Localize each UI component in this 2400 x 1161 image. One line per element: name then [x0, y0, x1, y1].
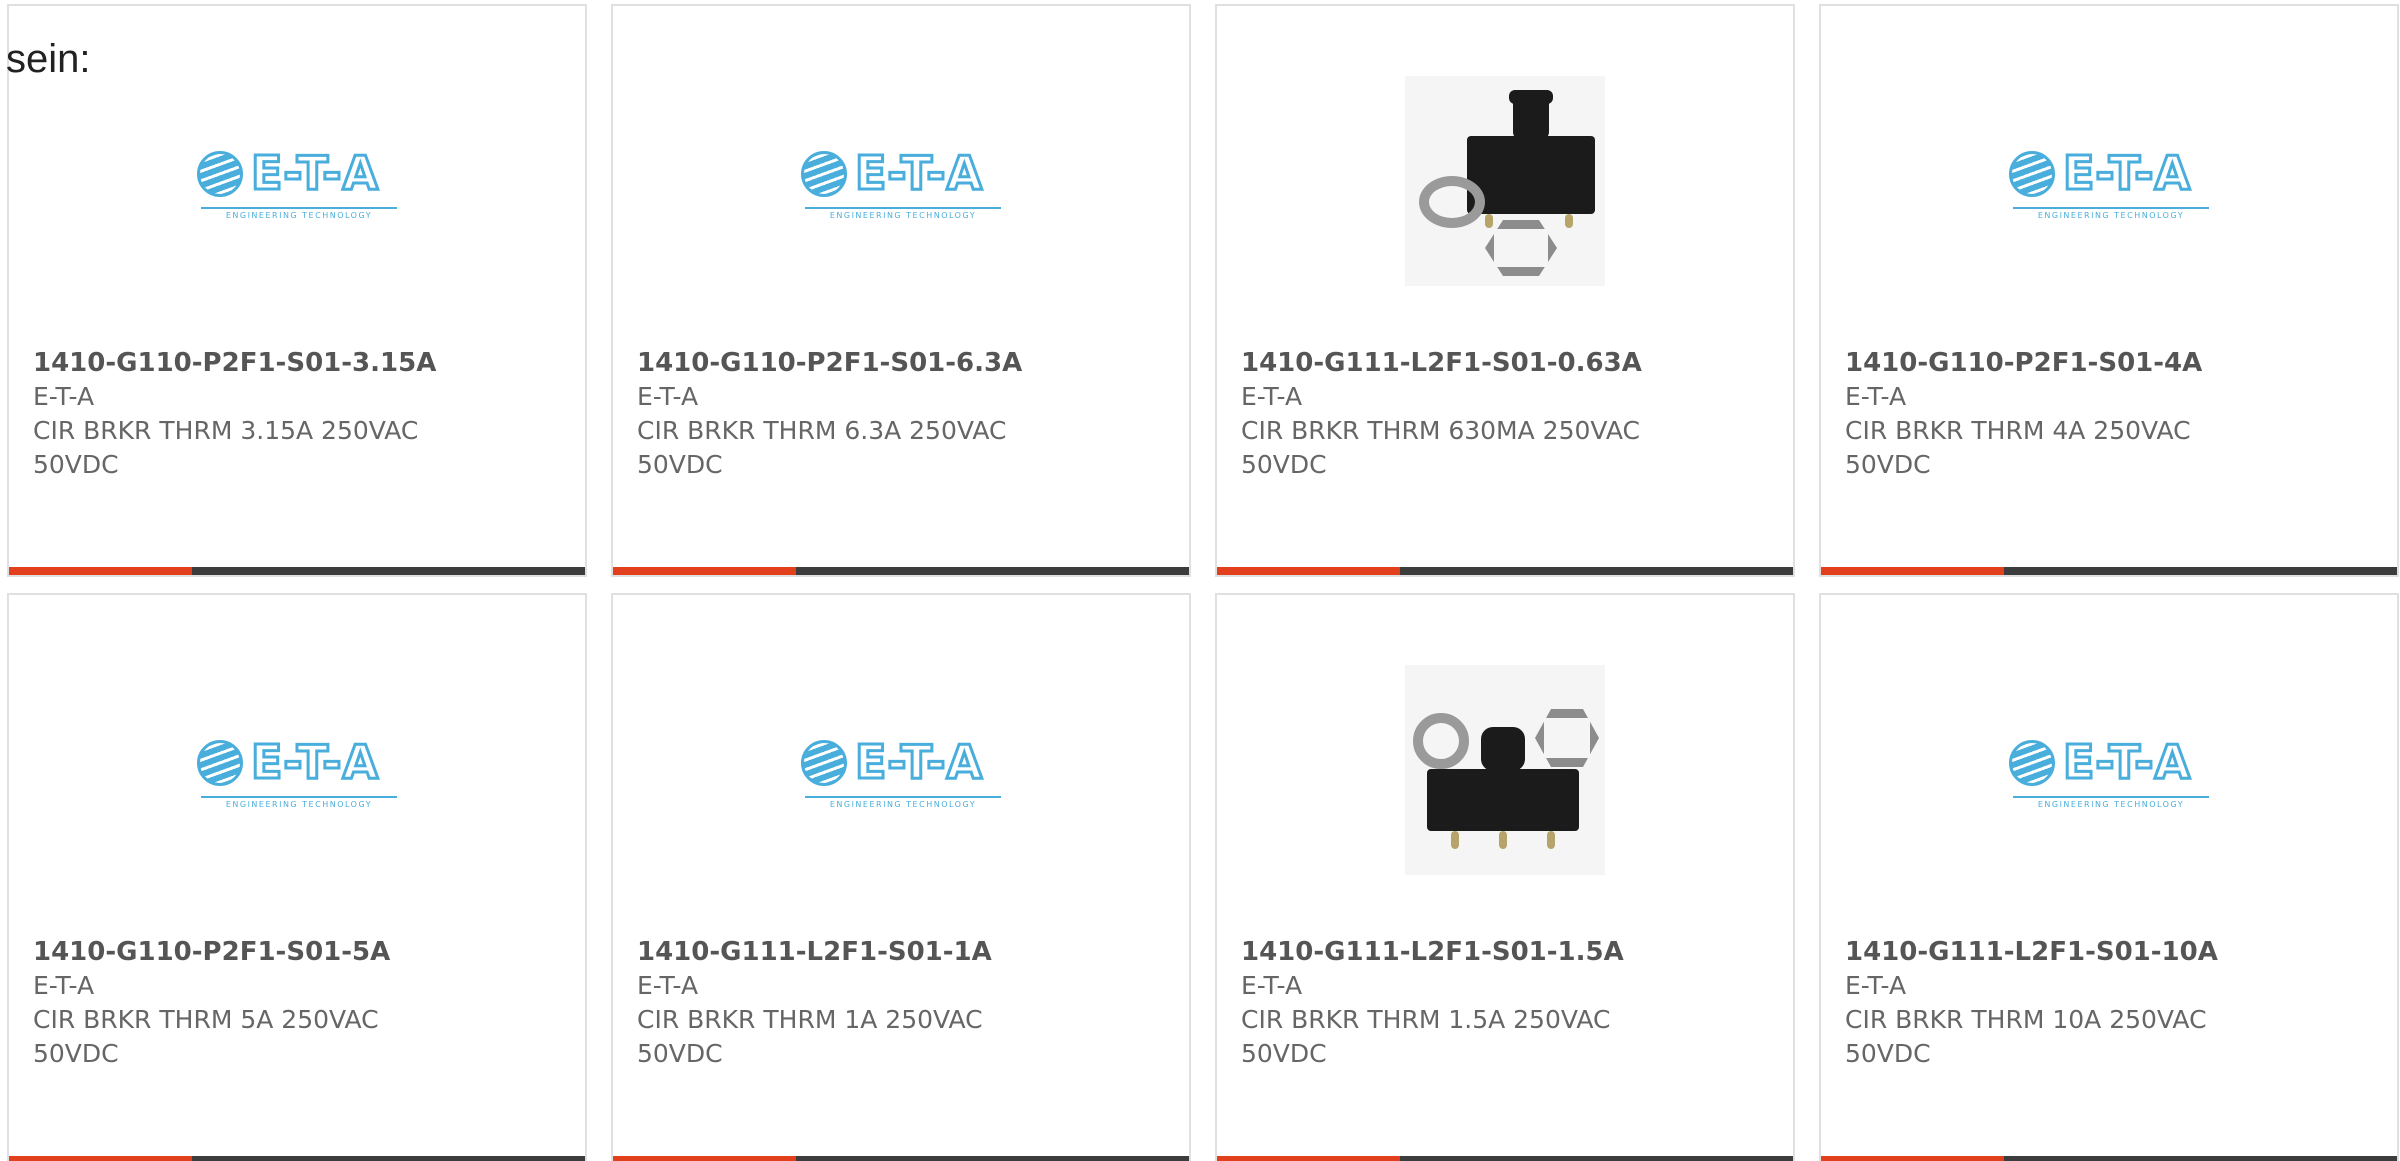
part-number-link[interactable]: 1410-G110-P2F1-S01-5A	[33, 935, 565, 969]
part-number-link[interactable]: 1410-G110-P2F1-S01-3.15A	[33, 346, 565, 380]
product-image[interactable]	[1217, 66, 1793, 296]
description: CIR BRKR THRM 10A 250VAC 50VDC	[1845, 1005, 2207, 1068]
manufacturer: E-T-A	[1845, 971, 1907, 1000]
description: CIR BRKR THRM 1A 250VAC 50VDC	[637, 1005, 983, 1068]
product-card[interactable]: E-T-A ENGINEERING TECHNOLOGY 1410-G110-P…	[7, 593, 587, 1161]
logo-tagline: ENGINEERING TECHNOLOGY	[2013, 207, 2209, 220]
manufacturer: E-T-A	[33, 971, 95, 1000]
globe-icon	[801, 740, 847, 786]
product-grid: E-T-A ENGINEERING TECHNOLOGY 1410-G110-P…	[7, 4, 2400, 1161]
eta-logo: E-T-A ENGINEERING TECHNOLOGY	[197, 730, 397, 810]
logo-tagline: ENGINEERING TECHNOLOGY	[805, 207, 1001, 220]
manufacturer: E-T-A	[1241, 382, 1303, 411]
product-card[interactable]: E-T-A ENGINEERING TECHNOLOGY 1410-G111-L…	[611, 593, 1191, 1161]
eta-logo: E-T-A ENGINEERING TECHNOLOGY	[2009, 730, 2209, 810]
globe-icon	[801, 151, 847, 197]
product-image[interactable]: E-T-A ENGINEERING TECHNOLOGY	[1821, 66, 2397, 296]
logo-tagline: ENGINEERING TECHNOLOGY	[805, 796, 1001, 809]
circuit-breaker-photo	[1405, 76, 1605, 286]
product-image[interactable]	[1217, 655, 1793, 885]
card-bottom-bar	[613, 567, 1189, 575]
description: CIR BRKR THRM 630MA 250VAC 50VDC	[1241, 416, 1641, 479]
product-card[interactable]: E-T-A ENGINEERING TECHNOLOGY 1410-G110-P…	[611, 4, 1191, 577]
logo-tagline: ENGINEERING TECHNOLOGY	[201, 207, 397, 220]
eta-logo: E-T-A ENGINEERING TECHNOLOGY	[2009, 141, 2209, 221]
product-image[interactable]: E-T-A ENGINEERING TECHNOLOGY	[9, 66, 585, 296]
card-bottom-bar	[1217, 1156, 1793, 1161]
product-card[interactable]: E-T-A ENGINEERING TECHNOLOGY 1410-G110-P…	[1819, 4, 2399, 577]
logo-tagline: ENGINEERING TECHNOLOGY	[2013, 796, 2209, 809]
description: CIR BRKR THRM 4A 250VAC 50VDC	[1845, 416, 2191, 479]
card-bottom-bar	[9, 1156, 585, 1161]
card-bottom-bar	[1821, 567, 2397, 575]
globe-icon	[197, 151, 243, 197]
description: CIR BRKR THRM 5A 250VAC 50VDC	[33, 1005, 379, 1068]
card-bottom-bar	[1217, 567, 1793, 575]
eta-logo: E-T-A ENGINEERING TECHNOLOGY	[801, 141, 1001, 221]
product-card[interactable]: E-T-A ENGINEERING TECHNOLOGY 1410-G111-L…	[1819, 593, 2399, 1161]
part-number-link[interactable]: 1410-G110-P2F1-S01-6.3A	[637, 346, 1169, 380]
eta-logo: E-T-A ENGINEERING TECHNOLOGY	[801, 730, 1001, 810]
product-card[interactable]: 1410-G111-L2F1-S01-1.5A E-T-A CIR BRKR T…	[1215, 593, 1795, 1161]
globe-icon	[197, 740, 243, 786]
part-number-link[interactable]: 1410-G110-P2F1-S01-4A	[1845, 346, 2377, 380]
product-image[interactable]: E-T-A ENGINEERING TECHNOLOGY	[613, 655, 1189, 885]
description: CIR BRKR THRM 1.5A 250VAC 50VDC	[1241, 1005, 1611, 1068]
manufacturer: E-T-A	[637, 971, 699, 1000]
description: CIR BRKR THRM 3.15A 250VAC 50VDC	[33, 416, 419, 479]
product-card[interactable]: 1410-G111-L2F1-S01-0.63A E-T-A CIR BRKR …	[1215, 4, 1795, 577]
product-image[interactable]: E-T-A ENGINEERING TECHNOLOGY	[1821, 655, 2397, 885]
logo-wordmark: E-T-A	[249, 734, 380, 791]
product-card[interactable]: E-T-A ENGINEERING TECHNOLOGY 1410-G110-P…	[7, 4, 587, 577]
logo-wordmark: E-T-A	[249, 145, 380, 202]
logo-wordmark: E-T-A	[2061, 145, 2192, 202]
logo-wordmark: E-T-A	[853, 145, 984, 202]
eta-logo: E-T-A ENGINEERING TECHNOLOGY	[197, 141, 397, 221]
globe-icon	[2009, 740, 2055, 786]
card-bottom-bar	[9, 567, 585, 575]
part-number-link[interactable]: 1410-G111-L2F1-S01-1.5A	[1241, 935, 1773, 969]
product-image[interactable]: E-T-A ENGINEERING TECHNOLOGY	[9, 655, 585, 885]
part-number-link[interactable]: 1410-G111-L2F1-S01-1A	[637, 935, 1169, 969]
manufacturer: E-T-A	[1241, 971, 1303, 1000]
manufacturer: E-T-A	[637, 382, 699, 411]
logo-tagline: ENGINEERING TECHNOLOGY	[201, 796, 397, 809]
part-number-link[interactable]: 1410-G111-L2F1-S01-0.63A	[1241, 346, 1773, 380]
card-bottom-bar	[613, 1156, 1189, 1161]
globe-icon	[2009, 151, 2055, 197]
intro-text: sein:	[6, 37, 91, 81]
logo-wordmark: E-T-A	[2061, 734, 2192, 791]
product-image[interactable]: E-T-A ENGINEERING TECHNOLOGY	[613, 66, 1189, 296]
manufacturer: E-T-A	[1845, 382, 1907, 411]
card-bottom-bar	[1821, 1156, 2397, 1161]
description: CIR BRKR THRM 6.3A 250VAC 50VDC	[637, 416, 1007, 479]
logo-wordmark: E-T-A	[853, 734, 984, 791]
part-number-link[interactable]: 1410-G111-L2F1-S01-10A	[1845, 935, 2377, 969]
circuit-breaker-photo	[1405, 665, 1605, 875]
manufacturer: E-T-A	[33, 382, 95, 411]
